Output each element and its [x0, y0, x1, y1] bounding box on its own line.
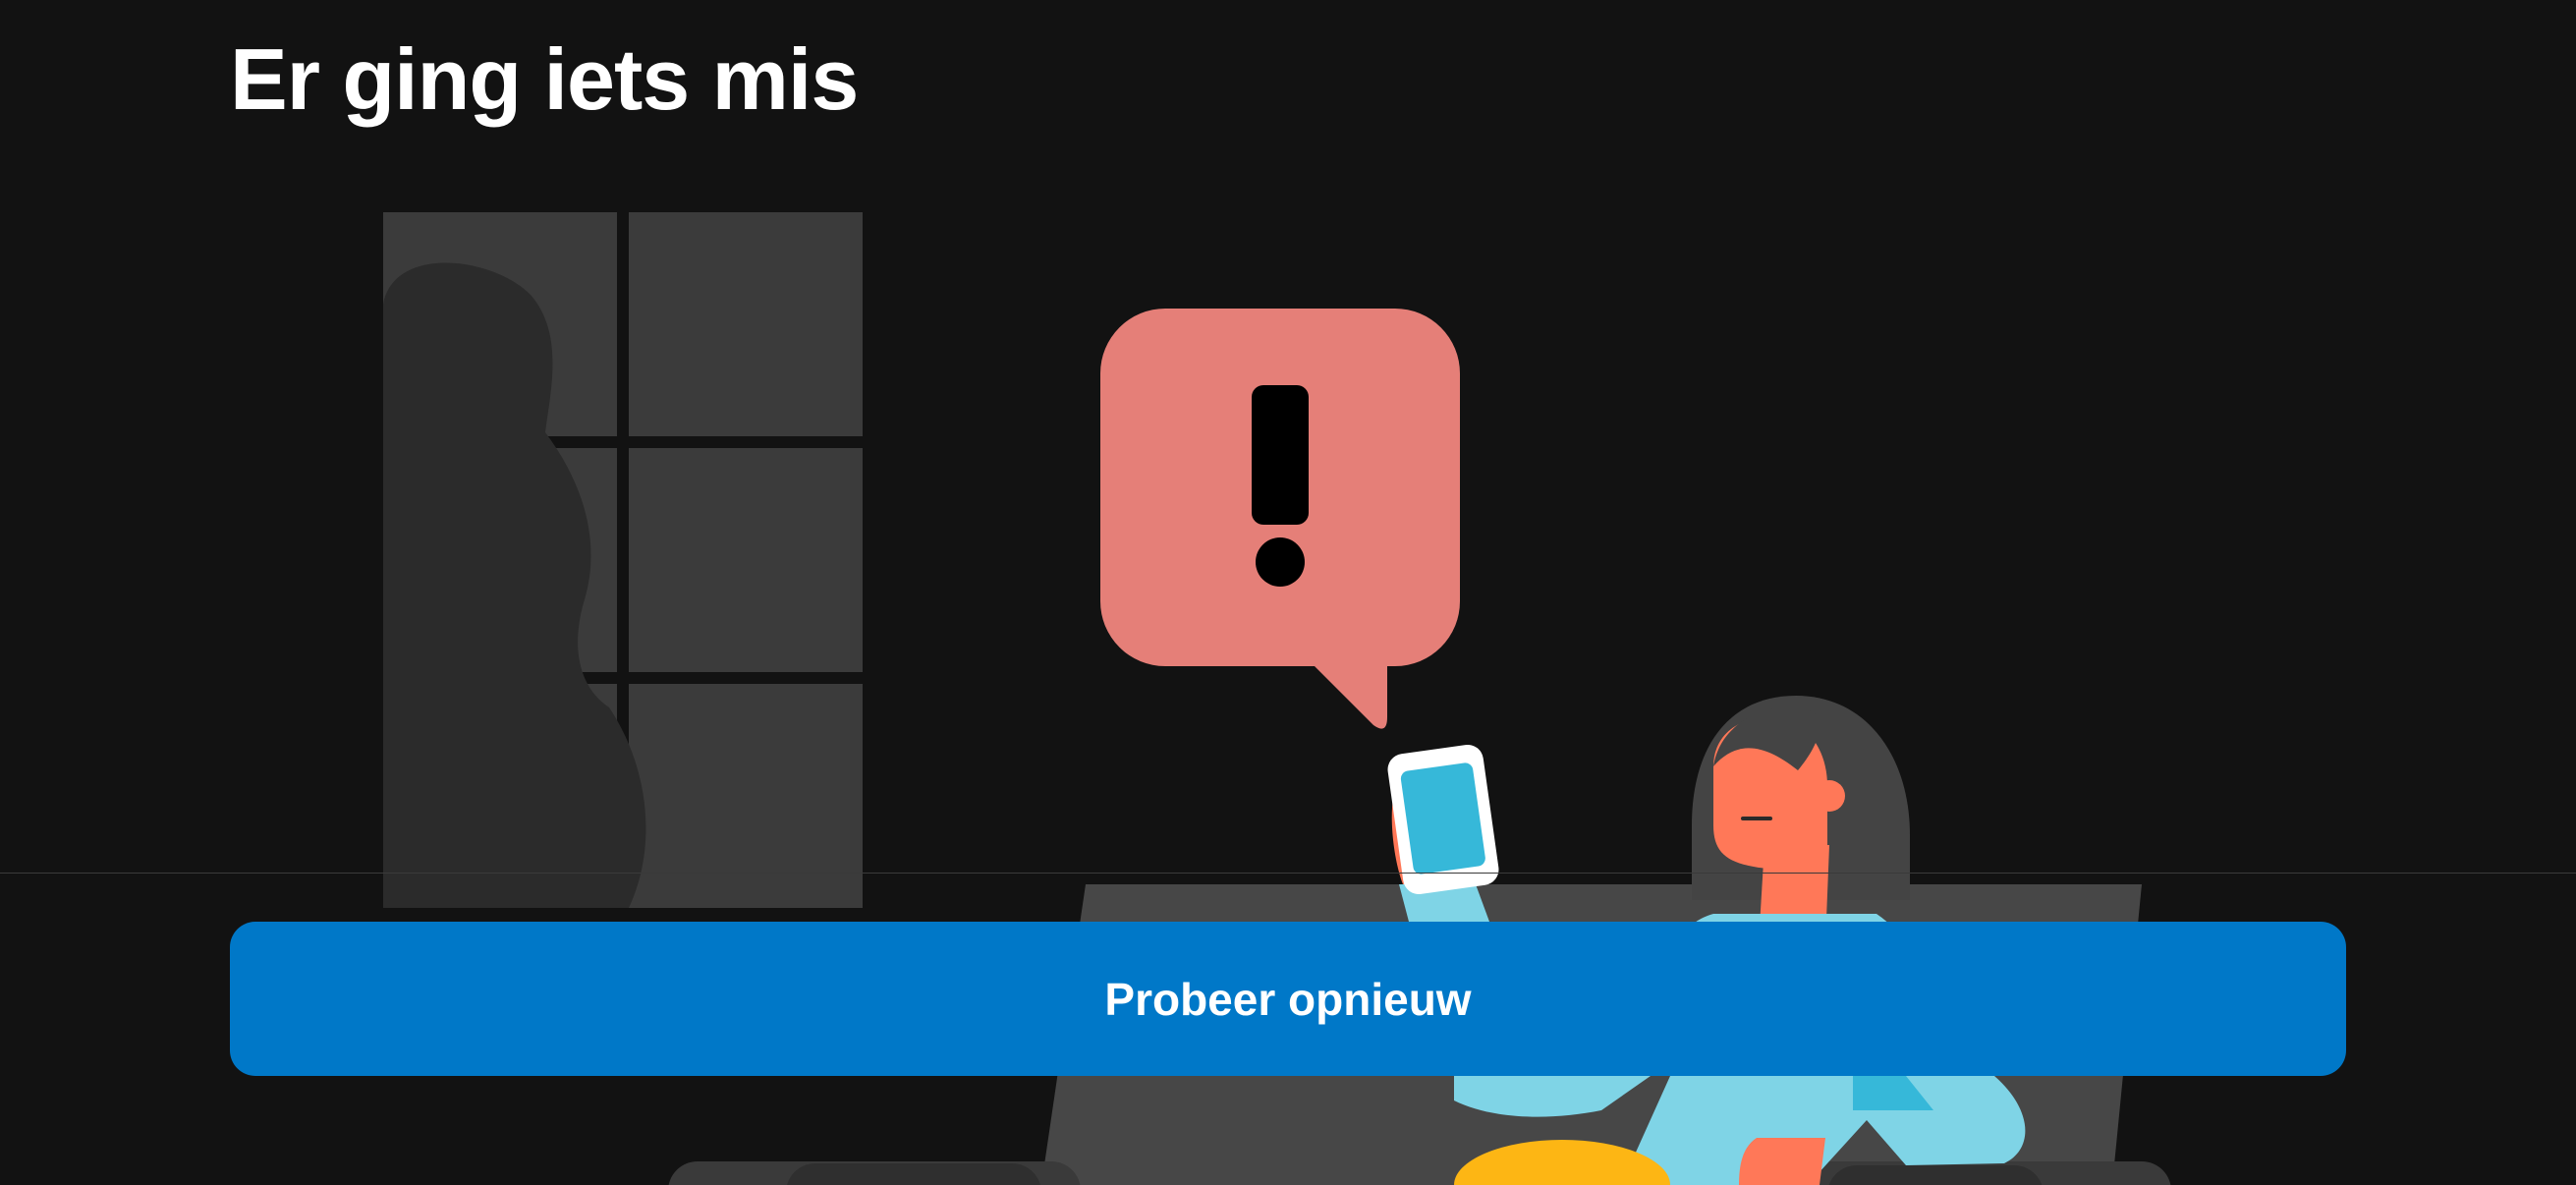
- exclamation-speech-bubble-icon: [1100, 309, 1460, 729]
- retry-button[interactable]: Probeer opnieuw: [230, 922, 2346, 1076]
- window-illustration: [383, 212, 863, 908]
- error-screen: Er ging iets mis Probeer opnieuw: [0, 0, 2576, 1185]
- divider: [0, 873, 2576, 874]
